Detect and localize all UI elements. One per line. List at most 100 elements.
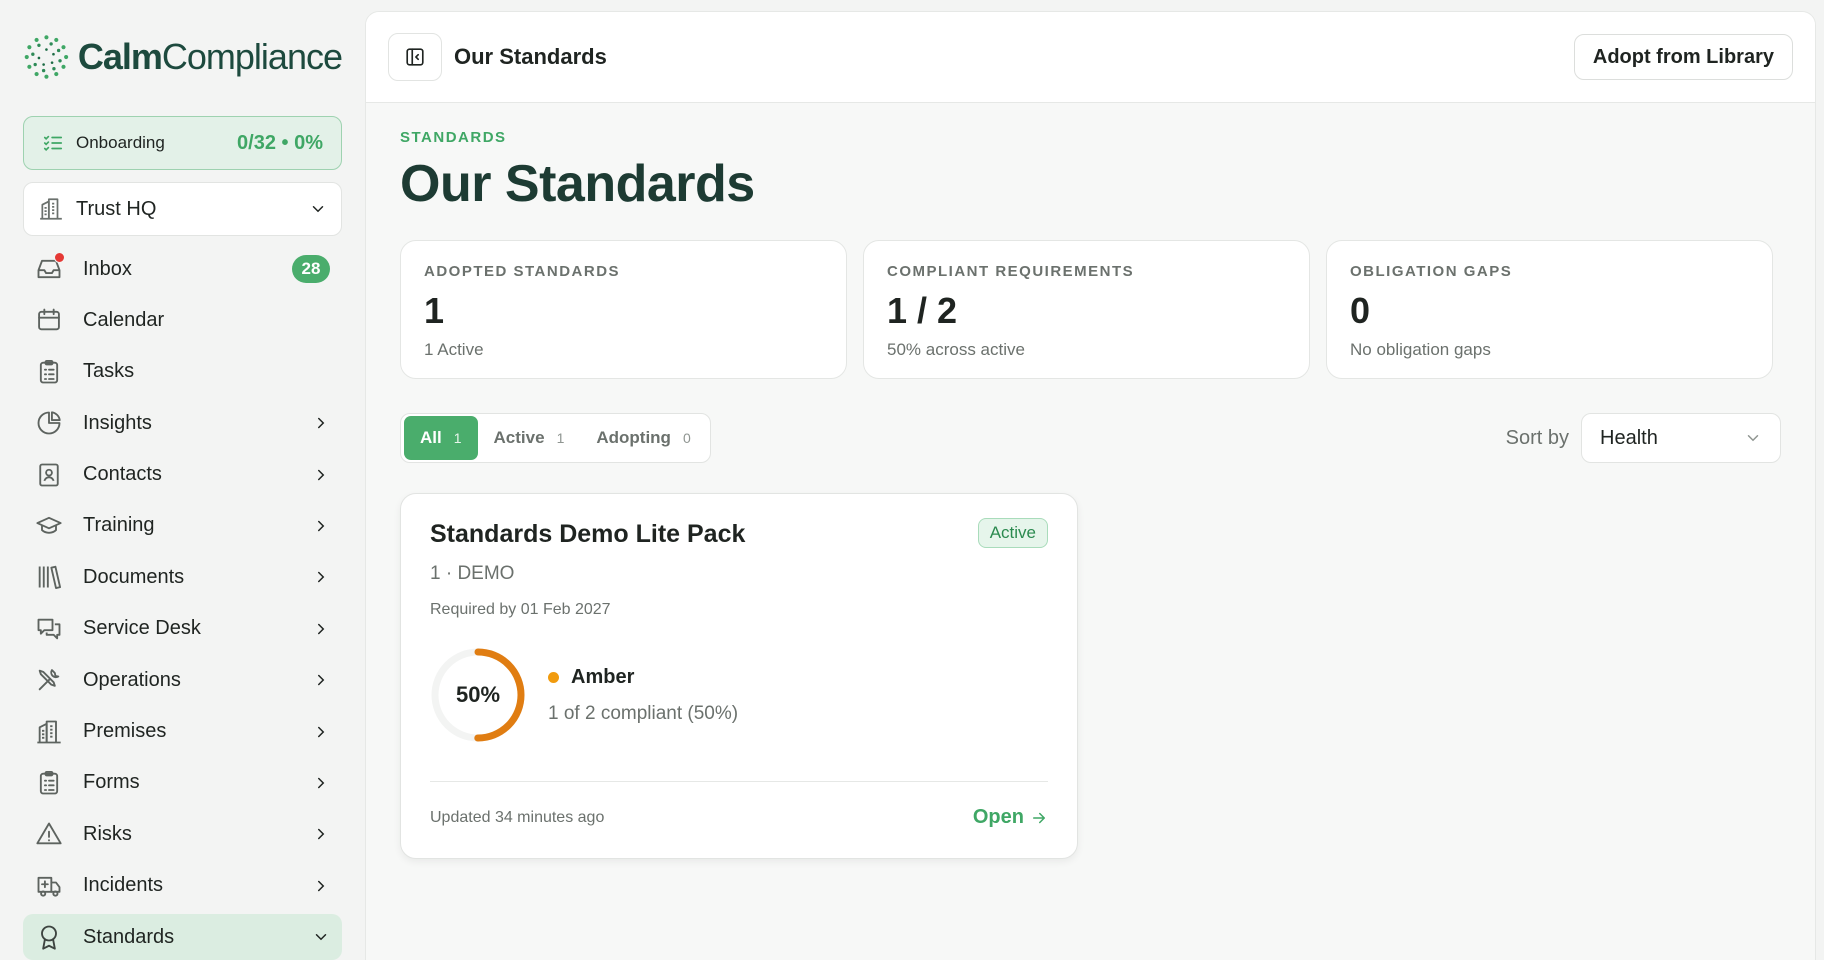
standard-card-header: Standards Demo Lite Pack Active [430,518,1048,549]
sidebar-item-label: Forms [83,771,140,794]
chevron-right-icon [318,469,325,480]
stat-value: 1 [424,290,445,331]
stat-label: COMPLIANT REQUIREMENTS [887,263,1135,280]
chevron-right-icon [318,674,325,686]
health-description: 1 of 2 compliant (50%) [548,702,739,724]
health-status-dot [548,671,559,683]
stat-label: ADOPTED STANDARDS [424,263,621,280]
sort-value: Health [1600,426,1658,449]
filter-row: All 1 Active 1 Adopting 0 Sort by Health [400,413,1781,463]
tab-count: 0 [682,430,691,446]
clipboard-icon [35,358,63,386]
tab-count: 1 [556,430,565,446]
status-filter-tabs: All 1 Active 1 Adopting 0 [400,413,711,463]
sidebar-item-training[interactable]: Training [23,503,342,549]
open-standard-link[interactable]: Open [973,806,1048,829]
health-percent: 50% [455,682,501,707]
sidebar-item-label: Service Desk [83,617,201,640]
stat-subtext: 50% across active [887,340,1025,359]
sidebar-item-contacts[interactable]: Contacts [23,452,342,498]
chevron-right-icon [318,417,325,429]
adopt-from-library-button[interactable]: Adopt from Library [1573,34,1793,80]
sidebar-item-label: Operations [83,668,181,691]
sidebar-collapse-icon [406,48,424,66]
stat-card-adopted: ADOPTED STANDARDS 1 1 Active [400,240,847,379]
ambulance-icon [35,872,63,900]
inbox-count-badge: 28 [292,255,330,283]
workspace-name: Trust HQ [76,197,157,220]
calendar-icon [35,306,63,334]
tab-label: Active [493,428,545,447]
sidebar-item-calendar[interactable]: Calendar [23,297,342,343]
sidebar-item-operations[interactable]: Operations [23,657,342,703]
onboarding-progress-value: 0/32 • 0% [237,131,323,154]
arrow-right-icon [1033,812,1045,823]
sidebar-item-risks[interactable]: Risks [23,811,342,857]
standard-card[interactable]: Standards Demo Lite Pack Active 1 · DEMO… [400,493,1078,859]
sidebar-item-documents[interactable]: Documents [23,554,342,600]
chat-bubbles-icon [35,615,63,643]
onboarding-progress[interactable]: Onboarding 0/32 • 0% [23,116,342,170]
sidebar-item-service-desk[interactable]: Service Desk [23,606,342,652]
chevron-down-icon [1747,435,1759,442]
sidebar-item-label: Documents [83,565,185,588]
sort-select[interactable]: Health [1581,413,1781,463]
tab-active[interactable]: Active 1 [478,416,581,460]
tab-label: Adopting [596,428,671,447]
warning-icon [35,820,63,848]
stat-subtext: No obligation gaps [1350,340,1491,359]
tab-all[interactable]: All 1 [404,416,478,460]
sidebar: CalmCompliance Onboarding 0/32 • 0% Trus… [0,0,365,960]
sidebar-item-standards[interactable]: Standards [23,914,342,960]
brand-logo[interactable]: CalmCompliance [23,28,343,86]
sidebar-item-insights[interactable]: Insights [23,400,342,446]
chevron-down-icon [315,934,327,941]
standard-card-footer: Updated 34 minutes ago Open [430,806,1048,829]
topbar: Our Standards Adopt from Library [366,12,1815,103]
required-by-date: Required by 01 Feb 2027 [430,601,611,618]
sidebar-item-label: Inbox [83,257,132,280]
main-panel: Our Standards Adopt from Library STANDAR… [365,11,1816,960]
collapse-sidebar-button[interactable] [388,33,442,81]
building-icon [35,718,63,746]
sidebar-item-label: Standards [83,925,175,948]
stat-card-compliant: COMPLIANT REQUIREMENTS 1 / 2 50% across … [863,240,1310,379]
sidebar-item-forms[interactable]: Forms [23,760,342,806]
sidebar-item-label: Tasks [83,360,135,383]
health-info: Amber 1 of 2 compliant (50%) [548,666,738,725]
brand-mark-icon [24,35,69,79]
stat-value: 1 / 2 [887,290,958,331]
page-title: Our Standards [400,155,755,213]
sidebar-item-label: Premises [83,720,167,743]
stat-subtext: 1 Active [424,340,484,359]
award-icon [35,923,63,951]
sidebar-item-premises[interactable]: Premises [23,709,342,755]
tab-adopting[interactable]: Adopting 0 [580,416,706,460]
stat-card-gaps: OBLIGATION GAPS 0 No obligation gaps [1326,240,1773,379]
chevron-right-icon [318,777,325,789]
books-icon [35,563,63,591]
topbar-title: Our Standards [454,44,607,69]
chevron-down-icon [312,206,324,213]
chevron-right-icon [318,623,325,634]
sidebar-item-tasks[interactable]: Tasks [23,349,342,395]
building-icon [40,198,62,220]
open-label: Open [972,806,1024,828]
chevron-right-icon [318,726,325,737]
stat-label: OBLIGATION GAPS [1350,263,1513,280]
sidebar-item-incidents[interactable]: Incidents [23,863,342,909]
sidebar-item-label: Incidents [83,874,164,897]
standard-code: 1 · DEMO [430,563,515,584]
page-content: STANDARDS Our Standards ADOPTED STANDARD… [366,129,1815,859]
contact-book-icon [35,461,63,489]
workspace-switcher[interactable]: Trust HQ [23,182,342,236]
sidebar-item-label: Risks [83,822,132,845]
page-eyebrow: STANDARDS [400,129,507,146]
brand-name: CalmCompliance [77,36,343,77]
card-divider [430,781,1048,782]
tools-icon [35,666,63,694]
sidebar-item-inbox[interactable]: Inbox 28 [23,246,342,292]
health-ring: 50% [424,641,532,749]
checklist-icon [43,135,63,152]
tab-label: All [420,428,442,447]
